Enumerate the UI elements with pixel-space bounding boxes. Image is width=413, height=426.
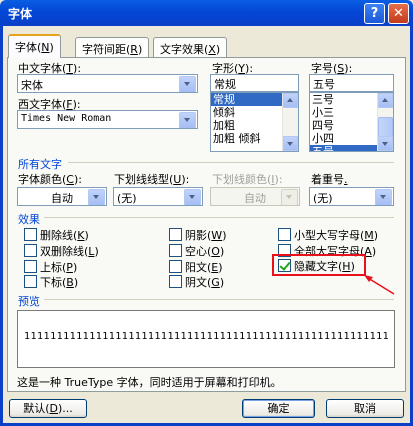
shadow-checkbox[interactable] — [169, 228, 182, 241]
emboss-label: 阳文(E) — [185, 261, 223, 274]
subscript-checkbox[interactable] — [24, 275, 37, 288]
tab-text-effects[interactable]: 文字效果(X) — [153, 37, 228, 57]
engrave-checkbox[interactable] — [169, 275, 182, 288]
scroll-down-icon[interactable] — [378, 136, 393, 151]
divider — [44, 299, 394, 300]
font-style-list[interactable]: 常规 倾斜 加粗 加粗 倾斜 — [210, 92, 299, 152]
double-strikethrough-label: 双删除线(L) — [40, 245, 99, 258]
font-info-note: 这是一种 TrueType 字体，同时适用于屏幕和打印机。 — [17, 376, 282, 389]
small-caps-checkbox[interactable] — [278, 228, 291, 241]
emphasis-label: 着重号. — [311, 173, 348, 186]
preview-sample-text: 1111111111111111111111111111111111111111… — [24, 331, 390, 342]
chevron-down-icon[interactable] — [179, 112, 196, 128]
strikethrough-label: 删除线(K) — [40, 229, 89, 242]
scroll-up-icon[interactable] — [378, 93, 393, 108]
chevron-down-icon — [281, 189, 298, 205]
ok-button[interactable]: 确定 — [242, 399, 315, 418]
strikethrough-checkbox[interactable] — [24, 228, 37, 241]
help-button[interactable]: ? — [364, 3, 385, 24]
window-title: 字体 — [8, 7, 33, 21]
chevron-down-icon[interactable] — [179, 76, 196, 92]
scroll-down-icon[interactable] — [283, 136, 298, 151]
outline-checkbox[interactable] — [169, 244, 182, 257]
scrollbar[interactable] — [377, 93, 393, 151]
font-size-list[interactable]: 三号 小三 四号 小四 五号 — [309, 92, 394, 152]
underline-color-label: 下划线颜色(I): — [212, 173, 283, 186]
double-strikethrough-checkbox[interactable] — [24, 244, 37, 257]
font-size-input[interactable]: 五号 — [309, 74, 394, 92]
tab-character-spacing[interactable]: 字符间距(R) — [75, 37, 150, 57]
small-caps-label: 小型大写字母(M) — [294, 229, 379, 242]
default-button[interactable]: 默认(D)... — [9, 399, 87, 418]
outline-label: 空心(O) — [185, 245, 225, 258]
chevron-down-icon[interactable] — [184, 189, 201, 205]
shadow-label: 阴影(W) — [185, 229, 227, 242]
underline-style-select[interactable]: (无) — [113, 187, 203, 206]
font-color-label: 字体颜色(C): — [18, 173, 82, 186]
engrave-label: 阴文(G) — [185, 276, 225, 289]
emphasis-select[interactable]: (无) — [309, 187, 394, 206]
scrollbar[interactable] — [282, 93, 298, 151]
superscript-label: 上标(P) — [40, 261, 78, 274]
superscript-checkbox[interactable] — [24, 260, 37, 273]
divider — [68, 162, 394, 163]
effects-section-title: 效果 — [18, 213, 40, 226]
annotation-arrow-icon — [364, 275, 395, 295]
chevron-down-icon[interactable] — [375, 189, 392, 205]
emboss-checkbox[interactable] — [169, 260, 182, 273]
cancel-button[interactable]: 取消 — [326, 399, 404, 418]
divider — [44, 217, 394, 218]
underline-style-label: 下划线线型(U): — [114, 173, 190, 186]
preview-section-title: 预览 — [18, 295, 40, 308]
underline-color-select: 自动 — [210, 187, 300, 206]
western-font-select[interactable]: Times New Roman — [17, 110, 198, 129]
close-button[interactable]: ✕ — [388, 3, 409, 24]
font-color-select[interactable]: 自动 — [17, 187, 107, 206]
chevron-down-icon[interactable] — [88, 189, 105, 205]
tab-font[interactable]: 字体(N) — [8, 34, 61, 58]
font-style-input[interactable]: 常规 — [210, 74, 299, 92]
all-text-section-title: 所有文字 — [18, 158, 62, 171]
subscript-label: 下标(B) — [40, 276, 79, 289]
scroll-up-icon[interactable] — [283, 93, 298, 108]
title-bar — [0, 0, 413, 26]
highlight-box — [272, 254, 366, 276]
cn-font-select[interactable]: 宋体 — [17, 74, 198, 93]
